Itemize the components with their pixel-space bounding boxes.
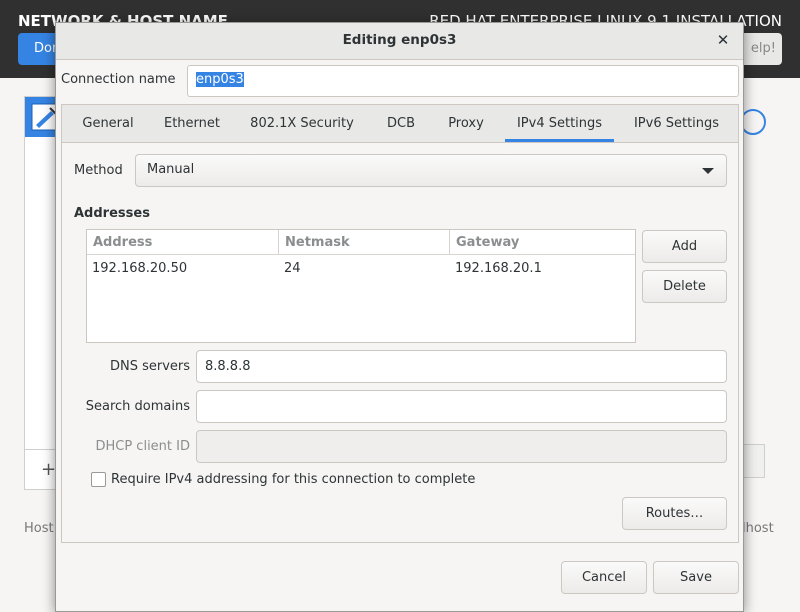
- addresses-heading: Addresses: [74, 206, 150, 221]
- column-header-gateway[interactable]: Gateway: [450, 230, 635, 255]
- tab-general[interactable]: General: [70, 105, 146, 142]
- method-label: Method: [74, 163, 123, 178]
- chevron-down-icon: [702, 168, 714, 174]
- tab-proxy[interactable]: Proxy: [438, 105, 494, 142]
- tab-bar: General Ethernet 802.1X Security DCB Pro…: [62, 105, 738, 143]
- cancel-button[interactable]: Cancel: [561, 561, 647, 594]
- column-header-address[interactable]: Address: [87, 230, 279, 255]
- hostname-label: Host: [24, 521, 54, 536]
- cell-gateway[interactable]: 192.168.20.1: [455, 261, 542, 276]
- column-header-netmask[interactable]: Netmask: [279, 230, 450, 255]
- routes-button[interactable]: Routes…: [622, 497, 727, 530]
- cell-netmask[interactable]: 24: [284, 261, 301, 276]
- method-value: Manual: [147, 162, 195, 177]
- editing-connection-dialog: Editing enp0s3 ✕ Connection name enp0s3 …: [55, 22, 744, 612]
- dialog-titlebar: Editing enp0s3 ✕: [56, 23, 743, 60]
- require-ipv4-label: Require IPv4 addressing for this connect…: [111, 472, 476, 487]
- search-domains-label: Search domains: [85, 399, 190, 414]
- close-icon[interactable]: ✕: [713, 30, 733, 50]
- addresses-table[interactable]: Address Netmask Gateway 192.168.20.50 24…: [86, 229, 636, 343]
- method-dropdown[interactable]: Manual: [135, 154, 727, 187]
- settings-notebook: General Ethernet 802.1X Security DCB Pro…: [61, 104, 739, 543]
- connection-name-input[interactable]: enp0s3: [187, 65, 739, 97]
- cell-address[interactable]: 192.168.20.50: [92, 261, 187, 276]
- save-button[interactable]: Save: [653, 561, 739, 594]
- dialog-title: Editing enp0s3: [342, 32, 457, 48]
- dns-servers-label: DNS servers: [109, 359, 190, 374]
- tab-8021x-security[interactable]: 802.1X Security: [240, 105, 364, 142]
- dns-servers-value: 8.8.8.8: [205, 359, 251, 374]
- dhcp-client-id-input[interactable]: [196, 430, 727, 463]
- tab-ipv6-settings[interactable]: IPv6 Settings: [624, 105, 729, 142]
- search-domains-input[interactable]: [196, 390, 727, 423]
- require-ipv4-checkbox[interactable]: [91, 472, 106, 487]
- add-address-button[interactable]: Add: [642, 230, 727, 263]
- connection-name-value: enp0s3: [196, 72, 244, 87]
- delete-address-button[interactable]: Delete: [642, 270, 727, 303]
- dhcp-client-id-label: DHCP client ID: [95, 439, 190, 454]
- connection-name-label: Connection name: [61, 72, 176, 87]
- tab-dcb[interactable]: DCB: [374, 105, 428, 142]
- current-hostname: lhost: [742, 521, 774, 536]
- tab-ethernet[interactable]: Ethernet: [153, 105, 231, 142]
- dns-servers-input[interactable]: 8.8.8.8: [196, 350, 727, 383]
- tab-ipv4-settings[interactable]: IPv4 Settings: [505, 105, 614, 142]
